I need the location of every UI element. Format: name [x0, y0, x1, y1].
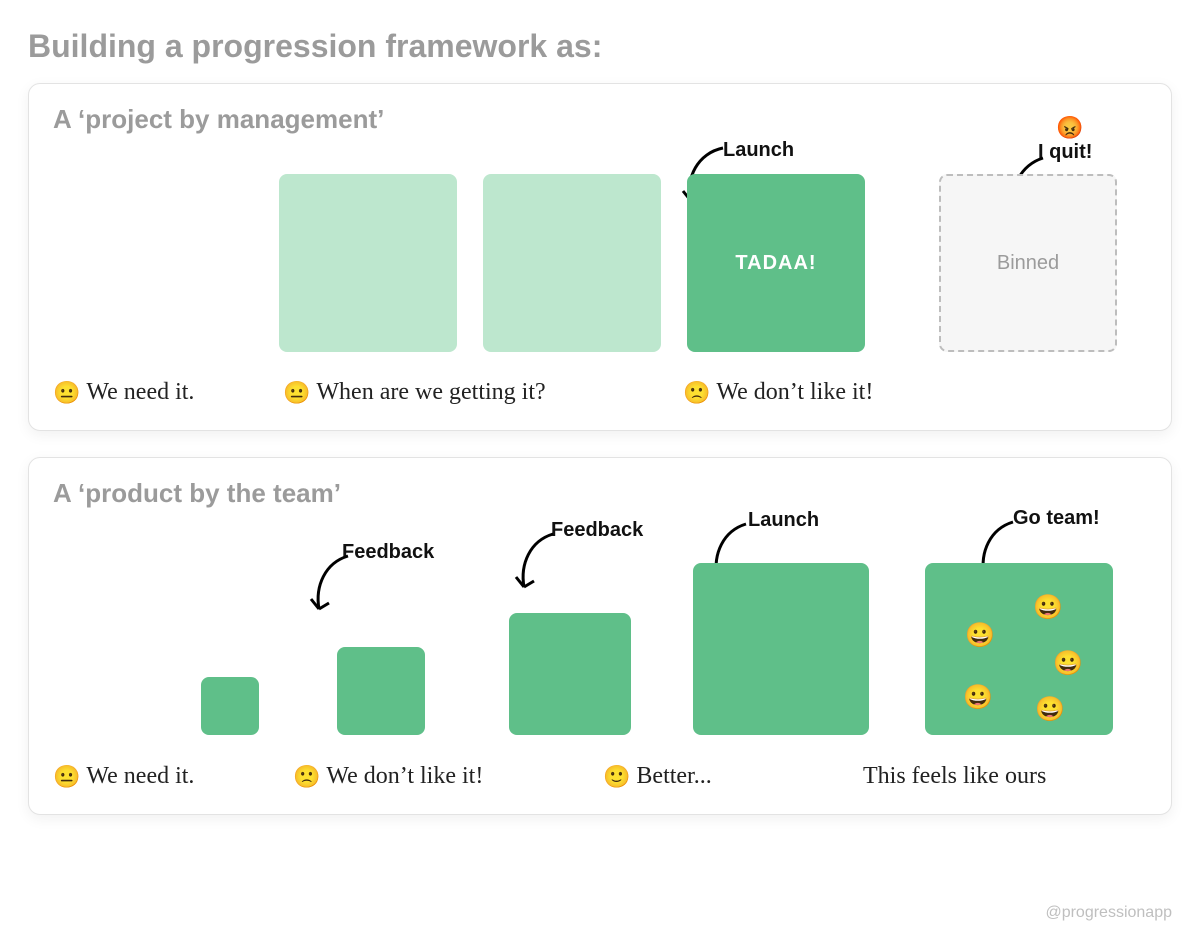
caption-need-it: 😐 We need it. [53, 763, 283, 790]
caption-dont-like: 🙁 We don’t like it! [683, 379, 873, 406]
annot-feedback-1: Feedback [342, 541, 434, 564]
slight-smile-icon: 🙂 [603, 764, 630, 790]
annot-launch: Launch [748, 509, 819, 532]
caption-text: This feels like ours [863, 763, 1046, 790]
annot-feedback-2: Feedback [551, 519, 643, 542]
caption-need-it: 😐 We need it. [53, 379, 273, 406]
page-title: Building a progression framework as: [28, 28, 1172, 65]
caption-text: We don’t like it! [326, 763, 483, 790]
annot-launch: Launch [723, 139, 794, 162]
stage-box-tadaa: TADAA! [687, 174, 865, 352]
grin-face-icon: 😀 [965, 621, 996, 650]
panel-project-by-management: A ‘project by management’ Launch 😡 I qui… [28, 83, 1172, 431]
caption-text: We need it. [86, 763, 194, 790]
stage-box-wip2 [483, 174, 661, 352]
grin-face-icon: 😀 [1053, 649, 1084, 678]
caption-text: When are we getting it? [316, 379, 545, 406]
stage-box-step3 [509, 613, 631, 735]
arrow-icon [303, 551, 353, 621]
panel2-stage: Feedback Feedback Launch Go team! 😀 😀 😀 … [53, 513, 1147, 763]
panel1-captions: 😐 We need it. 😐 When are we getting it? … [53, 379, 1147, 406]
neutral-face-icon: 😐 [53, 764, 80, 790]
panel1-title: A ‘project by management’ [53, 104, 1147, 135]
annot-go-team: Go team! [1013, 507, 1100, 530]
stage-box-wip1 [279, 174, 457, 352]
panel2-captions: 😐 We need it. 🙁 We don’t like it! 🙂 Bett… [53, 763, 1147, 790]
caption-text: Better... [636, 763, 711, 790]
caption-better: 🙂 Better... [603, 763, 853, 790]
neutral-face-icon: 😐 [53, 380, 80, 406]
frown-face-icon: 🙁 [293, 764, 320, 790]
stage-box-step1 [201, 677, 259, 735]
grin-face-icon: 😀 [963, 683, 994, 712]
panel1-stage: Launch 😡 I quit! TADAA! Binned [53, 139, 1147, 379]
caption-when-getting: 😐 When are we getting it? [283, 379, 673, 406]
panel2-title: A ‘product by the team’ [53, 478, 1147, 509]
grin-face-icon: 😀 [1033, 593, 1064, 622]
arrow-icon [508, 529, 558, 599]
caption-text: We need it. [86, 379, 194, 406]
frown-face-icon: 🙁 [683, 380, 710, 406]
caption-text: We don’t like it! [716, 379, 873, 406]
caption-feels-like-ours: This feels like ours [863, 763, 1046, 790]
stage-box-step2 [337, 647, 425, 735]
stage-box-step5: 😀 😀 😀 😀 😀 [925, 563, 1113, 735]
grin-face-icon: 😀 [1035, 695, 1066, 724]
caption-dont-like: 🙁 We don’t like it! [293, 763, 593, 790]
stage-box-step4 [693, 563, 869, 735]
credit-handle: @progressionapp [1045, 904, 1172, 922]
stage-box-binned: Binned [939, 174, 1117, 352]
neutral-face-icon: 😐 [283, 380, 310, 406]
panel-product-by-team: A ‘product by the team’ Feedback Feedbac… [28, 457, 1172, 815]
angry-emoji-icon: 😡 [1056, 115, 1083, 141]
